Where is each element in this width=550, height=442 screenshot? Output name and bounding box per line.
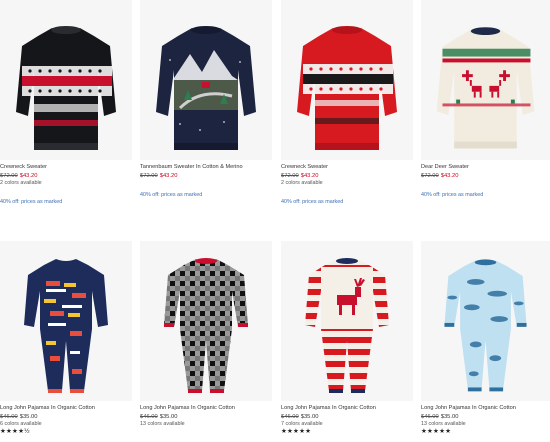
product-image[interactable] bbox=[0, 0, 132, 160]
sale-price: $43.20 bbox=[440, 173, 459, 179]
rating-stars[interactable]: ★★★★½ bbox=[0, 428, 132, 436]
price-row: $46.00 $35.00 bbox=[421, 413, 550, 421]
promo-text: 40% off: prices as marked bbox=[421, 192, 484, 198]
original-price: $72.00 bbox=[140, 173, 158, 179]
product-title[interactable]: Long John Pajamas In Organic Cotton bbox=[281, 405, 413, 412]
product-title[interactable]: Long John Pajamas In Organic Cotton bbox=[0, 405, 132, 412]
sale-price: $43.20 bbox=[300, 173, 319, 179]
product-card[interactable]: Tannenbaum Sweater In Cotton & Merino $7… bbox=[140, 0, 272, 199]
price-row: $72.00 $43.20 bbox=[281, 172, 413, 180]
product-title[interactable]: Long John Pajamas In Organic Cotton bbox=[140, 405, 272, 412]
product-image[interactable] bbox=[140, 241, 272, 401]
sale-price: $43.20 bbox=[19, 173, 38, 179]
product-image[interactable] bbox=[421, 241, 550, 401]
colors-available[interactable]: 2 colors available bbox=[0, 180, 132, 187]
promo-text: 40% off: prices as marked bbox=[140, 192, 203, 198]
sale-price: $35.00 bbox=[440, 414, 459, 420]
price-row: $72.00 $43.20 bbox=[421, 172, 550, 180]
price-row: $72.00 $43.20 bbox=[140, 172, 272, 180]
promo-text: 40% off: prices as marked bbox=[0, 199, 63, 205]
colors-available[interactable]: 6 colors available bbox=[0, 421, 132, 428]
product-title[interactable]: Long John Pajamas In Organic Cotton bbox=[421, 405, 550, 412]
product-title[interactable]: Dear Deer Sweater bbox=[421, 164, 550, 171]
original-price: $46.00 bbox=[281, 414, 299, 420]
product-title[interactable]: Tannenbaum Sweater In Cotton & Merino bbox=[140, 164, 272, 171]
original-price: $46.00 bbox=[421, 414, 439, 420]
original-price: $72.00 bbox=[281, 173, 299, 179]
product-image[interactable] bbox=[0, 241, 132, 401]
colors-available[interactable]: 13 colors available bbox=[140, 421, 272, 428]
product-card[interactable]: Long John Pajamas In Organic Cotton $46.… bbox=[0, 241, 132, 436]
colors-available[interactable]: 7 colors available bbox=[281, 421, 413, 428]
product-card[interactable]: Crewneck Sweater $72.00 $43.20 2 colors a… bbox=[0, 0, 132, 206]
product-image[interactable] bbox=[281, 0, 413, 160]
promo-text: 40% off: prices as marked bbox=[281, 199, 344, 205]
product-card[interactable]: Crewneck Sweater $72.00 $43.20 2 colors a… bbox=[281, 0, 413, 206]
product-grid: Crewneck Sweater $72.00 $43.20 2 colors a… bbox=[0, 0, 550, 442]
product-image[interactable] bbox=[140, 0, 272, 160]
sale-price: $35.00 bbox=[300, 414, 319, 420]
original-price: $72.00 bbox=[0, 173, 18, 179]
original-price: $72.00 bbox=[421, 173, 439, 179]
product-card[interactable]: Long John Pajamas In Organic Cotton $46.… bbox=[421, 241, 550, 436]
price-row: $46.00 $35.00 bbox=[0, 413, 132, 421]
price-row: $46.00 $35.00 bbox=[281, 413, 413, 421]
product-card[interactable]: Dear Deer Sweater $72.00 $43.20 40% off: … bbox=[421, 0, 550, 199]
sale-price: $35.00 bbox=[19, 414, 38, 420]
sale-price: $35.00 bbox=[159, 414, 178, 420]
product-card[interactable]: Long John Pajamas In Organic Cotton $46.… bbox=[281, 241, 413, 436]
rating-stars[interactable]: ★★★★★ bbox=[421, 428, 550, 436]
original-price: $46.00 bbox=[0, 414, 18, 420]
product-card[interactable]: Long John Pajamas In Organic Cotton $46.… bbox=[140, 241, 272, 428]
colors-available[interactable]: 2 colors available bbox=[281, 180, 413, 187]
product-image[interactable] bbox=[421, 0, 550, 160]
price-row: $72.00 $43.20 bbox=[0, 172, 132, 180]
price-row: $46.00 $35.00 bbox=[140, 413, 272, 421]
rating-stars[interactable]: ★★★★★ bbox=[281, 428, 413, 436]
sale-price: $43.20 bbox=[159, 173, 178, 179]
product-title[interactable]: Crewneck Sweater bbox=[281, 164, 413, 171]
product-image[interactable] bbox=[281, 241, 413, 401]
colors-available[interactable]: 13 colors available bbox=[421, 421, 550, 428]
product-title[interactable]: Crewneck Sweater bbox=[0, 164, 132, 171]
original-price: $46.00 bbox=[140, 414, 158, 420]
